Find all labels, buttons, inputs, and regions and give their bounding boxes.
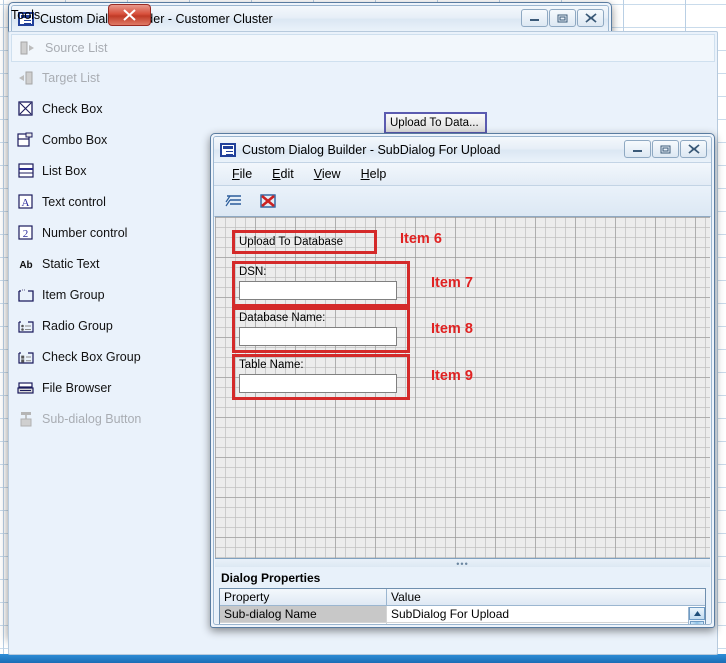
combo-box-icon	[17, 131, 34, 148]
subdialog-title: Custom Dialog Builder - SubDialog For Up…	[242, 142, 501, 157]
tool-item-target-list[interactable]: Target List	[9, 62, 717, 93]
subdialog-titlebar[interactable]: Custom Dialog Builder - SubDialog For Up…	[214, 137, 711, 163]
tool-label: Text control	[42, 194, 106, 209]
row-property: Sub-dialog Name	[220, 606, 387, 622]
file-browser-icon	[17, 379, 34, 396]
column-header-value: Value	[391, 590, 421, 604]
tool-label: Item Group	[42, 287, 105, 302]
table-header-row: Property Value	[220, 589, 705, 606]
tool-item-source-list[interactable]: Source List	[11, 34, 715, 62]
menu-view[interactable]: View	[304, 165, 351, 183]
menu-edit[interactable]: Edit	[262, 165, 304, 183]
annotation-label-item-8: Item 8	[431, 321, 473, 337]
static-text-icon: Ab	[17, 255, 34, 272]
annotation-label-item-9: Item 9	[431, 368, 473, 384]
taskbar	[0, 654, 726, 663]
tool-label: Target List	[42, 70, 100, 85]
dialog-properties-title: Dialog Properties	[221, 571, 321, 585]
table-row[interactable]: Sub-dialog Name SubDialog For Upload	[220, 606, 705, 623]
list-box-icon	[17, 162, 34, 179]
subdialog-window[interactable]: Custom Dialog Builder - SubDialog For Up…	[210, 133, 715, 628]
row-property: Title	[220, 623, 387, 624]
svg-text:2: 2	[23, 228, 29, 240]
vertical-scrollbar[interactable]	[688, 607, 705, 624]
properties-list-icon[interactable]	[222, 189, 246, 213]
radio-group-icon	[17, 317, 34, 334]
table-row[interactable]: Title Upload Results to Database	[220, 623, 705, 624]
tool-label: Check Box Group	[42, 349, 141, 364]
close-button[interactable]	[680, 140, 707, 158]
splitter-dots: •••	[456, 558, 469, 569]
text-control-icon: A	[17, 193, 34, 210]
check-box-icon	[17, 100, 34, 117]
annotation-label-item-6: Item 6	[400, 231, 442, 247]
annotation-label-item-7: Item 7	[431, 275, 473, 291]
delete-icon[interactable]	[256, 189, 280, 213]
tool-label: Radio Group	[42, 318, 113, 333]
subdialog-design-canvas[interactable]: Upload To Database Item 6 DSN: Item 7 Da…	[215, 216, 710, 559]
dialog-builder-icon	[220, 142, 236, 157]
dsn-label: DSN:	[239, 266, 267, 278]
table-name-input[interactable]	[239, 374, 397, 393]
svg-text:Ab: Ab	[19, 260, 32, 271]
menu-help[interactable]: Help	[351, 165, 397, 183]
tool-label: Sub-dialog Button	[42, 411, 142, 426]
tool-label: Static Text	[42, 256, 100, 271]
svg-text:A: A	[22, 197, 30, 209]
target-list-icon	[17, 69, 34, 86]
upload-to-database-button[interactable]: Upload To Data...	[384, 112, 487, 134]
item-group-icon	[17, 286, 34, 303]
sub-dialog-button-icon	[17, 410, 34, 427]
dialog-properties-table[interactable]: Property Value Sub-dialog Name SubDialog…	[219, 588, 706, 624]
column-header-property: Property	[220, 589, 387, 605]
maximize-button[interactable]	[549, 9, 576, 27]
tool-label: Combo Box	[42, 132, 108, 147]
subdialog-window-inner: Custom Dialog Builder - SubDialog For Up…	[213, 136, 712, 625]
tool-label: Number control	[42, 225, 128, 240]
source-list-icon	[20, 40, 37, 57]
close-icon[interactable]	[108, 4, 151, 26]
subdialog-window-buttons	[623, 140, 707, 158]
minimize-button[interactable]	[521, 9, 548, 27]
tool-label: Check Box	[42, 101, 103, 116]
tools-titlebar[interactable]: Tools	[1, 1, 156, 29]
dsn-input[interactable]	[239, 281, 397, 300]
group-header-text[interactable]: Upload To Database	[239, 236, 343, 248]
number-control-icon: 2	[17, 224, 34, 241]
tools-title-label: Tools	[11, 8, 41, 22]
subdialog-toolbar[interactable]	[214, 186, 711, 217]
scroll-up-button[interactable]	[689, 607, 705, 620]
tools-palette-window[interactable]: Tools Source List Target List Check Box	[0, 0, 718, 655]
minimize-button[interactable]	[624, 140, 651, 158]
maximize-button[interactable]	[652, 140, 679, 158]
row-value[interactable]: SubDialog For Upload	[387, 606, 705, 622]
close-button[interactable]	[577, 9, 604, 27]
menu-file[interactable]: File	[222, 165, 262, 183]
database-name-label: Database Name:	[239, 312, 326, 324]
check-box-group-icon	[17, 348, 34, 365]
database-name-input[interactable]	[239, 327, 397, 346]
row-value[interactable]: Upload Results to Database	[387, 623, 705, 624]
tool-label: List Box	[42, 163, 87, 178]
scroll-thumb[interactable]	[690, 621, 704, 624]
tool-label: File Browser	[42, 380, 112, 395]
table-name-label: Table Name:	[239, 359, 304, 371]
subdialog-menubar[interactable]: File Edit View Help	[214, 163, 711, 186]
dialog-properties-panel: Dialog Properties Property Value Sub-dia…	[215, 567, 710, 624]
tool-label: Source List	[45, 41, 108, 55]
tool-item-check-box[interactable]: Check Box	[9, 93, 717, 124]
main-window-buttons	[520, 9, 604, 27]
